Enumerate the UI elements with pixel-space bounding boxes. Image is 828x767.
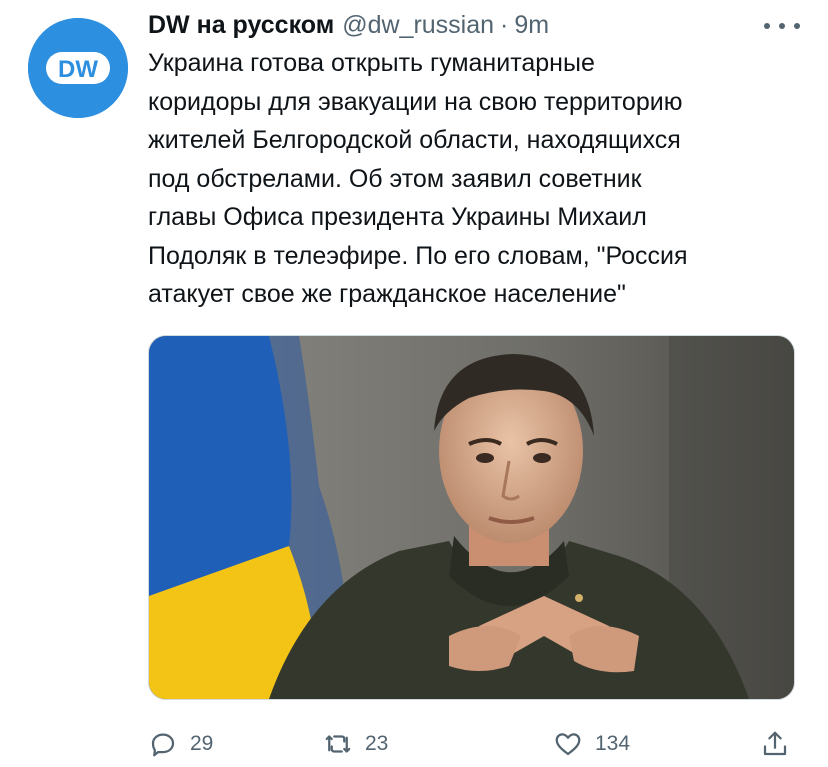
retweet-button[interactable]: 23 — [323, 724, 388, 764]
share-button[interactable] — [760, 724, 790, 764]
more-dot — [794, 23, 800, 29]
like-icon — [555, 733, 581, 756]
reply-count: 29 — [190, 732, 214, 755]
retweet-count: 23 — [365, 732, 389, 755]
tweet-media-image[interactable] — [148, 335, 795, 700]
tweet-text-line: главы Офиса президента Украины Михаил — [148, 203, 647, 231]
avatar[interactable]: DW — [28, 18, 128, 118]
reply-button[interactable]: 29 — [148, 724, 213, 764]
more-dot — [779, 23, 785, 29]
tweet-text-line: коридоры для эвакуации на свою территори… — [148, 87, 683, 116]
like-count: 134 — [595, 732, 631, 755]
author-name[interactable]: DW на русском — [148, 11, 334, 40]
tweet-text-line: Подоляк в телеэфире. По его словам, "Рос… — [148, 241, 688, 270]
retweet-icon — [325, 735, 351, 753]
dw-logo-icon: DW — [28, 18, 128, 118]
author-handle[interactable]: @dw_russian — [342, 11, 494, 40]
tweet-text-line: под обстрелами. Об этом заявил советник — [148, 164, 642, 193]
more-dot — [764, 23, 770, 29]
timestamp[interactable]: 9m — [514, 11, 549, 40]
tweet-actions: 29 23 134 — [148, 724, 798, 764]
tweet-text-line: жителей Белгородской области, находящихс… — [148, 126, 681, 154]
tweet: DW DW на русском @dw_russian · 9m Украин… — [0, 0, 828, 767]
tweet-text-line: атакует свое же гражданское население" — [148, 280, 626, 308]
media-illustration — [149, 336, 794, 699]
like-button[interactable]: 134 — [553, 724, 630, 764]
more-icon[interactable] — [764, 14, 800, 38]
tweet-text: Украина готова открыть гуманитарные кори… — [148, 44, 798, 314]
separator: · — [500, 10, 509, 39]
avatar-text: DW — [58, 56, 98, 83]
reply-icon — [151, 733, 175, 757]
share-icon — [763, 731, 787, 756]
tweet-text-line: Украина готова открыть гуманитарные — [148, 49, 595, 77]
tweet-header: DW на русском @dw_russian · 9m — [148, 8, 549, 42]
